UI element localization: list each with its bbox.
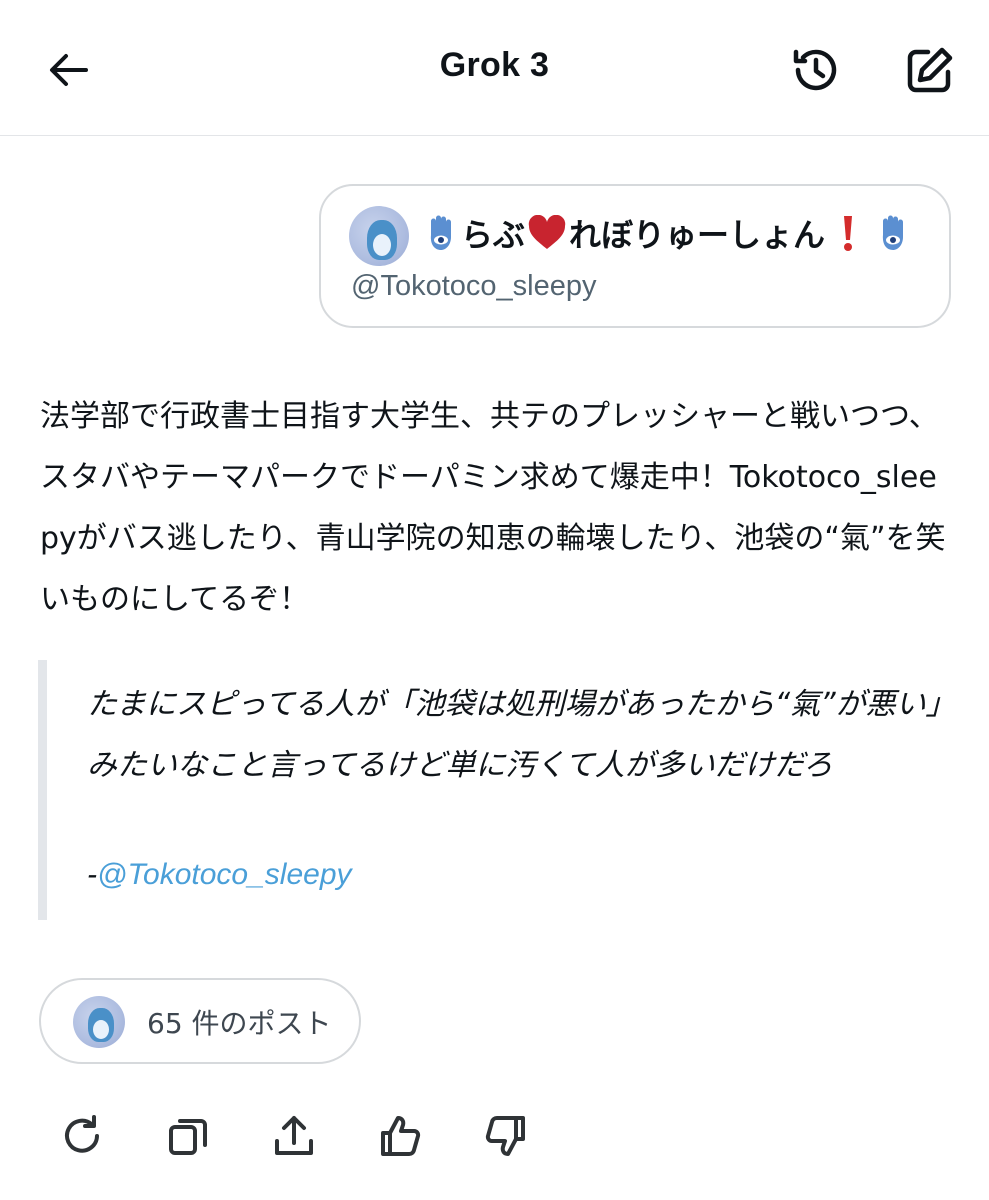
share-button[interactable] [266, 1108, 322, 1164]
quote-handle-link[interactable]: @Tokotoco_sleepy [97, 858, 352, 891]
posts-count-label: 65 件のポスト [147, 1007, 332, 1040]
thumbs-up-button[interactable] [372, 1108, 428, 1164]
user-profile-card[interactable]: らぶ れぼりゅーしょん @Tokotoco_sleepy [319, 184, 951, 328]
history-icon [793, 49, 837, 91]
display-name-part-1: らぶ [461, 216, 526, 254]
display-name: らぶ れぼりゅーしょん [421, 210, 913, 256]
user-handle: @Tokotoco_sleepy [351, 270, 597, 302]
red-exclamation-icon [844, 216, 853, 251]
quote-text: たまにスピってる人が「池袋は処刑場があったから“氣”が悪い」みたいなこと言ってる… [87, 687, 956, 783]
quote-attribution: -@Tokotoco_sleepy [87, 858, 352, 892]
quote-attribution-prefix: - [87, 858, 97, 891]
avatar [73, 996, 125, 1048]
thumbs-up-icon [381, 1116, 421, 1156]
avatar [349, 206, 409, 266]
thumbs-down-icon [485, 1116, 525, 1156]
share-icon [275, 1116, 313, 1155]
regenerate-button[interactable] [54, 1108, 110, 1164]
new-chat-button[interactable] [900, 40, 960, 100]
red-heart-icon [528, 215, 566, 249]
thumbs-down-button[interactable] [478, 1108, 534, 1164]
block-quote: たまにスピってる人が「池袋は処刑場があったから“氣”が悪い」みたいなこと言ってる… [38, 660, 958, 920]
hamsa-icon [882, 215, 904, 250]
top-bar: Grok 3 [0, 0, 989, 136]
history-button[interactable] [786, 40, 846, 100]
compose-icon [907, 47, 953, 93]
response-paragraph: 法学部で行政書士目指す大学生、共テのプレッシャーと戦いつつ、スタバやテーマパーク… [40, 399, 946, 617]
display-name-part-2: れぼりゅーしょん [569, 216, 826, 254]
regenerate-icon [65, 1115, 99, 1153]
hamsa-icon [430, 215, 451, 250]
copy-icon [169, 1119, 207, 1155]
copy-button[interactable] [160, 1108, 216, 1164]
posts-count-button[interactable]: 65 件のポスト [39, 978, 361, 1064]
